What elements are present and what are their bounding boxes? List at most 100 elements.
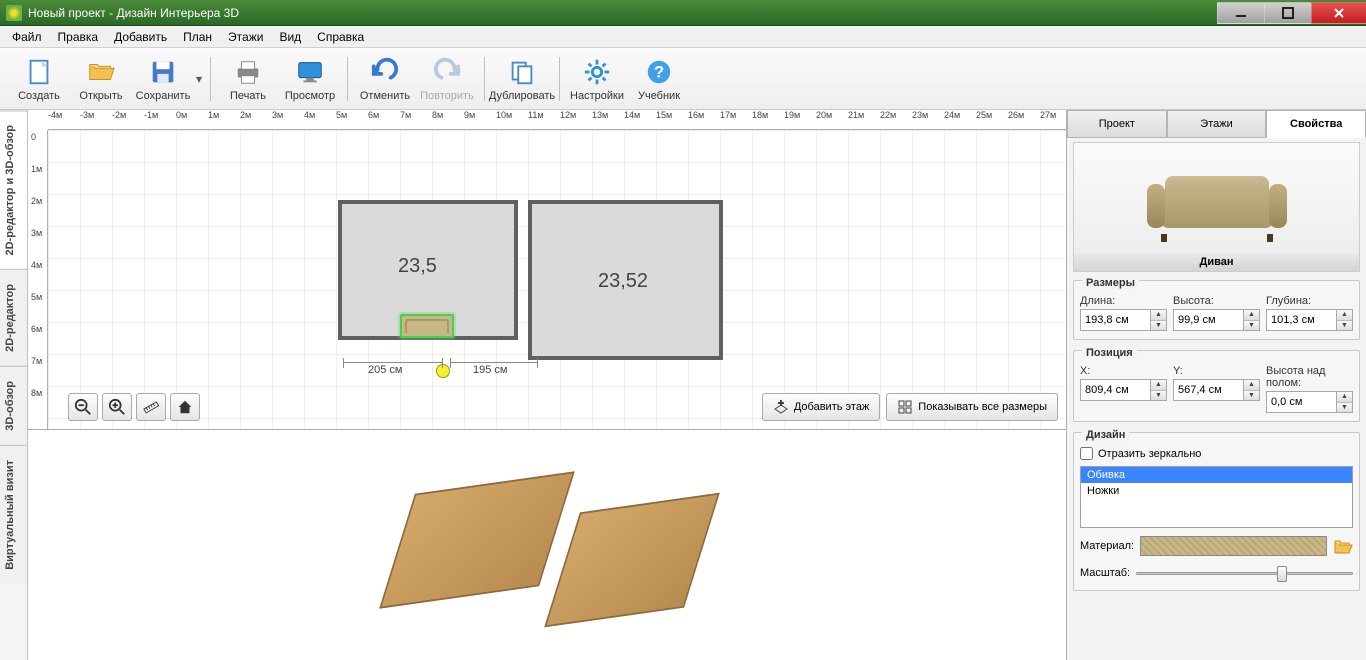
save-dropdown-arrow[interactable]: ▾ — [194, 72, 204, 86]
zoom-in-button[interactable] — [102, 393, 132, 421]
floorplan-canvas[interactable]: 23,5 23,52 205 см 195 см Добави — [48, 130, 1066, 429]
monitor-icon — [294, 56, 326, 88]
dimension-2: 195 см — [473, 364, 507, 376]
window-maximize-button[interactable] — [1264, 2, 1312, 24]
y-spinner[interactable]: ▲▼ — [1244, 379, 1260, 401]
scale-slider[interactable] — [1136, 564, 1353, 582]
side-tab-2d[interactable]: 2D-редактор — [0, 269, 27, 366]
redo-button[interactable]: Повторить — [416, 50, 478, 108]
mirror-checkbox-row[interactable]: Отразить зеркально — [1080, 447, 1353, 460]
side-tab-3d[interactable]: 3D-обзор — [0, 366, 27, 445]
separator — [484, 57, 485, 101]
tab-floors[interactable]: Этажи — [1167, 110, 1267, 138]
scale-label: Масштаб: — [1080, 567, 1130, 579]
dimension-1: 205 см — [368, 364, 402, 376]
length-input[interactable] — [1080, 309, 1151, 331]
separator — [347, 57, 348, 101]
mirror-checkbox[interactable] — [1080, 447, 1093, 460]
duplicate-icon — [506, 56, 538, 88]
3d-rooms — [387, 455, 707, 635]
parts-listbox[interactable]: Обивка Ножки — [1080, 466, 1353, 528]
menu-bar: Файл Правка Добавить План Этажи Вид Спра… — [0, 26, 1366, 48]
gear-icon — [581, 56, 613, 88]
menu-add[interactable]: Добавить — [106, 27, 175, 47]
x-label: X: — [1080, 365, 1167, 377]
properties-panel: Проект Этажи Свойства Диван Размеры Длин… — [1066, 110, 1366, 660]
y-input[interactable] — [1173, 379, 1244, 401]
side-tab-virtual[interactable]: Виртуальный визит — [0, 445, 27, 584]
material-swatch[interactable] — [1140, 536, 1327, 556]
rotate-handle[interactable] — [436, 364, 450, 378]
save-button[interactable]: Сохранить — [132, 50, 194, 108]
position-group: Позиция X: ▲▼ Y: ▲▼ Высота над полом: ▲▼ — [1073, 350, 1360, 422]
tab-properties[interactable]: Свойства — [1266, 110, 1366, 138]
preview-button[interactable]: Просмотр — [279, 50, 341, 108]
tutorial-button[interactable]: ? Учебник — [628, 50, 690, 108]
menu-floors[interactable]: Этажи — [220, 27, 271, 47]
main-toolbar: Создать Открыть Сохранить ▾ Печать Просм… — [0, 48, 1366, 110]
object-preview: Диван — [1073, 142, 1360, 272]
home-view-button[interactable] — [170, 393, 200, 421]
menu-file[interactable]: Файл — [4, 27, 50, 47]
list-item[interactable]: Ножки — [1081, 483, 1352, 499]
sofa-preview-image — [1147, 172, 1287, 242]
measure-button[interactable] — [136, 393, 166, 421]
height-label: Высота: — [1173, 295, 1260, 307]
help-icon: ? — [643, 56, 675, 88]
depth-spinner[interactable]: ▲▼ — [1337, 309, 1353, 331]
sofa-object[interactable] — [400, 314, 454, 338]
dimensions-icon — [897, 399, 913, 415]
undo-button[interactable]: Отменить — [354, 50, 416, 108]
sizes-group: Размеры Длина: ▲▼ Высота: ▲▼ Глубина: ▲▼ — [1073, 280, 1360, 340]
menu-edit[interactable]: Правка — [50, 27, 107, 47]
add-floor-button[interactable]: Добавить этаж — [762, 393, 880, 421]
x-input[interactable] — [1080, 379, 1151, 401]
side-tab-2d-3d[interactable]: 2D-редактор и 3D-обзор — [0, 110, 27, 269]
settings-button[interactable]: Настройки — [566, 50, 628, 108]
folder-open-icon — [85, 56, 117, 88]
printer-icon — [232, 56, 264, 88]
browse-material-button[interactable] — [1333, 537, 1353, 555]
length-label: Длина: — [1080, 295, 1167, 307]
material-label: Материал: — [1080, 540, 1134, 552]
window-close-button[interactable] — [1311, 2, 1366, 24]
menu-help[interactable]: Справка — [309, 27, 372, 47]
dimension-line-1 — [343, 362, 443, 363]
zoom-out-button[interactable] — [68, 393, 98, 421]
window-title: Новый проект - Дизайн Интерьера 3D — [28, 6, 239, 20]
tab-project[interactable]: Проект — [1067, 110, 1167, 138]
horizontal-ruler: -4м-3м-2м-1м0м1м2м3м4м5м6м7м8м9м10м11м12… — [48, 110, 1066, 130]
side-tabs: 2D-редактор и 3D-обзор 2D-редактор 3D-об… — [0, 110, 28, 660]
create-button[interactable]: Создать — [8, 50, 70, 108]
height-spinner[interactable]: ▲▼ — [1244, 309, 1260, 331]
print-button[interactable]: Печать — [217, 50, 279, 108]
z-input[interactable] — [1266, 391, 1337, 413]
room-1-area-label: 23,5 — [398, 255, 437, 278]
z-spinner[interactable]: ▲▼ — [1337, 391, 1353, 413]
list-item[interactable]: Обивка — [1081, 467, 1352, 483]
depth-label: Глубина: — [1266, 295, 1353, 307]
3d-preview-canvas[interactable] — [28, 430, 1066, 660]
dimension-line-2 — [450, 362, 538, 363]
app-icon — [6, 5, 22, 21]
window-minimize-button[interactable] — [1217, 2, 1265, 24]
svg-text:?: ? — [654, 62, 664, 81]
open-button[interactable]: Открыть — [70, 50, 132, 108]
height-input[interactable] — [1173, 309, 1244, 331]
redo-icon — [431, 56, 463, 88]
menu-view[interactable]: Вид — [271, 27, 309, 47]
undo-icon — [369, 56, 401, 88]
y-label: Y: — [1173, 365, 1260, 377]
z-label: Высота над полом: — [1266, 365, 1353, 389]
vertical-ruler: 01м2м3м4м5м6м7м8м — [28, 130, 48, 429]
show-dimensions-button[interactable]: Показывать все размеры — [886, 393, 1058, 421]
design-group: Дизайн Отразить зеркально Обивка Ножки М… — [1073, 432, 1360, 591]
menu-plan[interactable]: План — [175, 27, 220, 47]
window-titlebar: Новый проект - Дизайн Интерьера 3D — [0, 0, 1366, 26]
preview-caption: Диван — [1074, 253, 1359, 271]
separator — [559, 57, 560, 101]
depth-input[interactable] — [1266, 309, 1337, 331]
length-spinner[interactable]: ▲▼ — [1151, 309, 1167, 331]
duplicate-button[interactable]: Дублировать — [491, 50, 553, 108]
x-spinner[interactable]: ▲▼ — [1151, 379, 1167, 401]
